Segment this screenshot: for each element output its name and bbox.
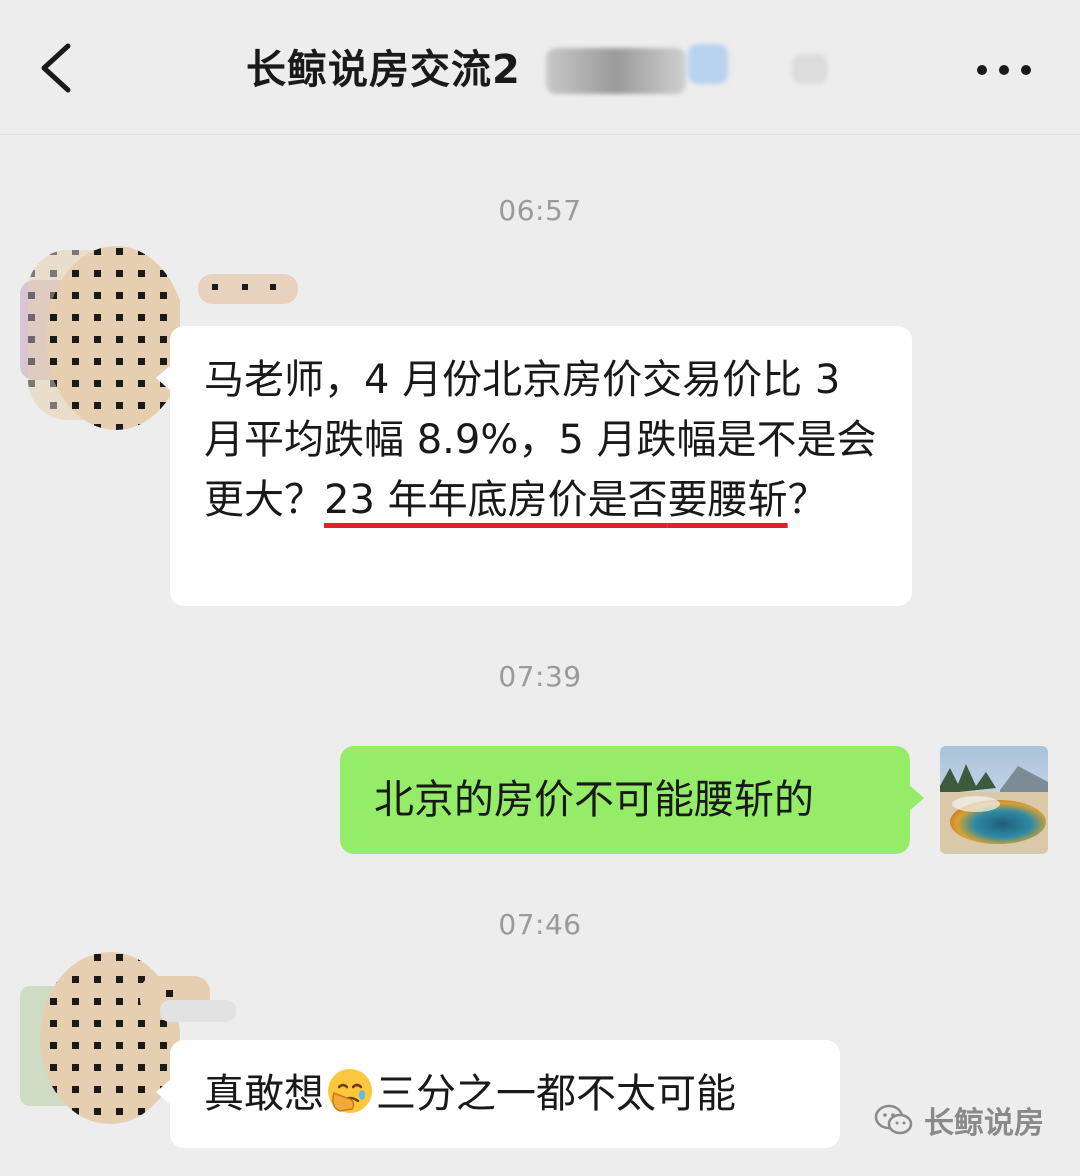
incoming-message-bubble[interactable]: 马老师，4 月份北京房价交易价比 3 月平均跌幅 8.9%，5 月跌幅是不是会更… (156, 326, 912, 606)
message-text: 真敢想 (204, 1071, 324, 1117)
chat-header: 长鲸说房交流2 (0, 0, 1080, 135)
redacted-title-blur (792, 54, 828, 84)
message-text: 北京的房价不可能腰斩的 (374, 777, 814, 823)
redacted-title-blur (688, 44, 728, 84)
sender-nickname-redacted (198, 268, 308, 308)
avatar[interactable] (20, 240, 180, 430)
wechat-icon (874, 1104, 913, 1135)
sender-nickname-redacted (160, 996, 240, 1026)
timestamp: 07:39 (498, 660, 582, 693)
facepalm-emoji-icon (328, 1069, 372, 1113)
watermark-text: 长鲸说房 (924, 1106, 1044, 1141)
chat-title: 长鲸说房交流2 (246, 47, 521, 93)
message-text: 三分之一都不太可能 (376, 1071, 736, 1117)
outgoing-message-bubble[interactable]: 北京的房价不可能腰斩的 (340, 746, 924, 854)
my-avatar[interactable] (940, 746, 1048, 854)
redacted-title-blur (546, 48, 686, 94)
more-dots-icon[interactable] (974, 50, 1034, 90)
highlighted-message-text: 要腰斩 (667, 477, 788, 523)
chat-title-area[interactable]: 长鲸说房交流2 (246, 42, 846, 102)
timestamp: 07:46 (498, 908, 582, 941)
back-chevron-icon[interactable] (34, 40, 80, 96)
watermark: 长鲸说房 (874, 1098, 1044, 1142)
highlighted-message-text: 23 年年底房价是否 (324, 477, 668, 523)
incoming-message-bubble[interactable]: 真敢想 三分之一都不太可能 (156, 1040, 840, 1148)
timestamp: 06:57 (498, 194, 582, 227)
message-text: ？ (787, 477, 828, 523)
